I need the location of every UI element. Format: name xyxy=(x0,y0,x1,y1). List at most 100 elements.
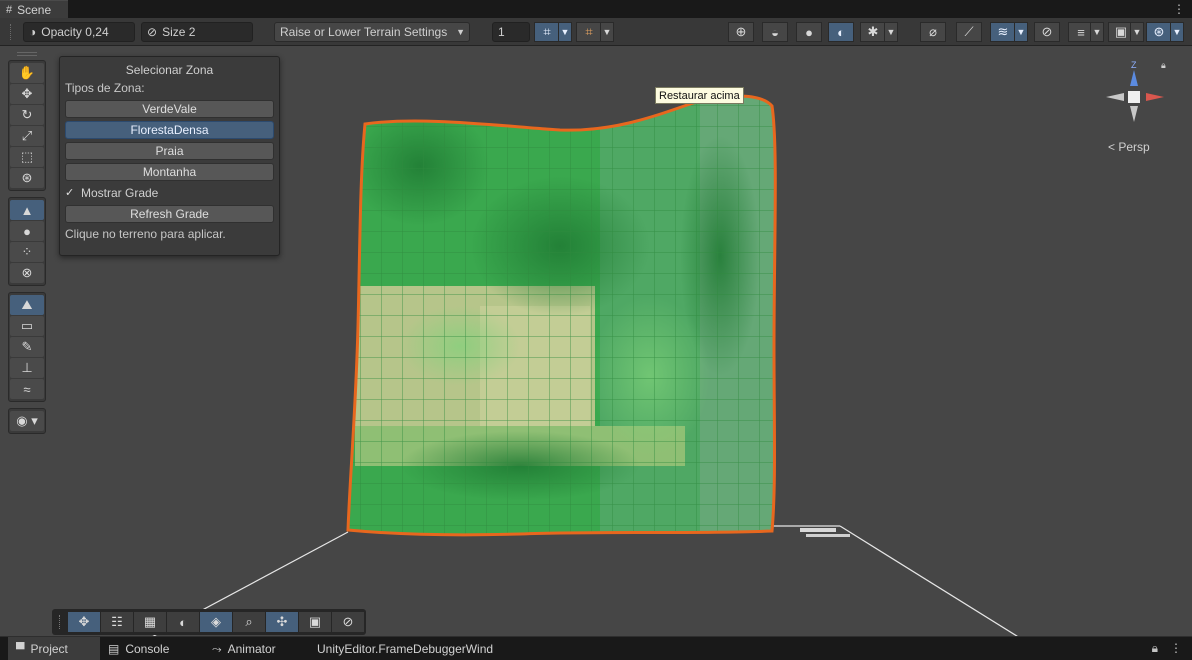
scene-visibility-button[interactable]: ⊘ xyxy=(1034,22,1060,42)
shaded-wireframe-button[interactable]: ◒ xyxy=(762,22,788,42)
move-tool-button[interactable]: ✥ xyxy=(10,84,44,104)
show-grid-toggle[interactable]: ✓ Mostrar Grade xyxy=(65,184,274,202)
scale-tool-button[interactable]: ⤢ xyxy=(10,126,44,146)
overlay-shading-button[interactable]: ◐ xyxy=(167,612,199,632)
paint-details-button[interactable]: ⁘ xyxy=(10,242,44,262)
camera-icon: ▣ xyxy=(308,614,322,629)
raise-lower-button[interactable]: ⛰ xyxy=(10,295,44,315)
hand-icon: ✋ xyxy=(18,65,36,80)
transform-tool-button[interactable]: ⊛ xyxy=(10,168,44,188)
kebab-menu-icon[interactable]: ⋮ xyxy=(1173,2,1185,16)
increment-snap-dropdown[interactable]: ▼ xyxy=(600,22,614,42)
overlay-settings-button[interactable]: ☷ xyxy=(101,612,133,632)
tab-frame-debugger[interactable]: UnityEditor.FrameDebuggerWind xyxy=(317,637,493,660)
set-height-button[interactable]: ▭ xyxy=(10,316,44,336)
brush-preview-button[interactable]: ◉ ▾ xyxy=(10,411,44,431)
editor-tab-bar: # Scene ⋮ xyxy=(0,0,1192,18)
overlay-camera-button[interactable]: ▣ xyxy=(299,612,331,632)
gizmo-globe-icon: ⊛ xyxy=(1153,24,1165,39)
size-field[interactable]: ⊘ Size 2 xyxy=(141,22,253,42)
tool-column-grip[interactable] xyxy=(17,52,37,56)
tab-project[interactable]: ▀ Project xyxy=(8,637,100,660)
debug-draw-dropdown[interactable]: ▼ xyxy=(884,22,898,42)
overlay-layers-button[interactable]: ◈ xyxy=(200,612,232,632)
z-axis-cone[interactable] xyxy=(1130,70,1138,86)
smooth-height-button[interactable]: ≈ xyxy=(10,379,44,399)
overlay-toolbar-grip[interactable] xyxy=(59,615,65,629)
stamp-button[interactable]: ⊥ xyxy=(10,358,44,378)
audio-button[interactable]: ⟋ xyxy=(956,22,982,42)
debug-draw-button[interactable]: ✱ xyxy=(860,22,886,42)
show-grid-label: Mostrar Grade xyxy=(81,186,159,200)
zone-button-praia[interactable]: Praia xyxy=(65,142,274,160)
neg-z-cone[interactable] xyxy=(1130,106,1138,122)
camera-dropdown[interactable]: ▼ xyxy=(1130,22,1144,42)
tab-scene[interactable]: # Scene xyxy=(0,0,68,18)
overlay-search-button[interactable]: ⌕ xyxy=(233,612,265,632)
z-axis-label: Z xyxy=(1131,60,1137,70)
chevron-down-icon: ▼ xyxy=(1092,27,1102,37)
lighting-button[interactable]: ◐ xyxy=(828,22,854,42)
kebab-menu-icon[interactable]: ⋮ xyxy=(1170,641,1182,656)
zone-button-montanha[interactable]: Montanha xyxy=(65,163,274,181)
raise-lower-icon: ⛰ xyxy=(21,297,33,312)
mode-2d-icon: ⌀ xyxy=(929,24,937,39)
overlay-grid-button[interactable]: ▦ xyxy=(134,612,166,632)
overlay-pivot-button[interactable]: ✣ xyxy=(266,612,298,632)
terrain-mesh[interactable] xyxy=(340,86,790,546)
layers-dropdown[interactable]: ▼ xyxy=(1090,22,1104,42)
toolbar-grip[interactable] xyxy=(10,24,12,40)
brush-count-field[interactable]: 1 xyxy=(492,22,530,42)
chevron-left-icon: < xyxy=(1108,140,1116,154)
opacity-field[interactable]: ◑ Opacity 0,24 xyxy=(23,22,135,42)
snap-grid-icon: ⌗ xyxy=(543,24,551,39)
zone-button-florestadensa[interactable]: FlorestaDensa xyxy=(65,121,274,139)
chevron-down-icon: ▼ xyxy=(1132,27,1142,37)
hand-tool-button[interactable]: ✋ xyxy=(10,63,44,83)
orientation-gizmo[interactable]: Z xyxy=(1100,56,1170,138)
tab-animator[interactable]: ⤳ Animator xyxy=(212,637,276,660)
effects-button[interactable]: ≋ xyxy=(990,22,1016,42)
zone-types-label: Tipos de Zona: xyxy=(65,81,145,95)
shaded-button[interactable]: ● xyxy=(796,22,822,42)
rotate-icon: ↻ xyxy=(21,107,33,122)
lock-icon[interactable]: 🔒︎ xyxy=(1161,60,1166,71)
paint-terrain-button[interactable]: ▲ xyxy=(10,200,44,220)
tab-console[interactable]: ▤ Console xyxy=(108,637,169,660)
compass-icon: ⊘ xyxy=(342,614,354,629)
zone-panel: Selecionar Zona Tipos de Zona: VerdeVale… xyxy=(59,56,280,256)
rotate-tool-button[interactable]: ↻ xyxy=(10,105,44,125)
gizmo-center-cube[interactable] xyxy=(1128,91,1140,103)
projection-toggle[interactable]: < Persp xyxy=(1108,140,1150,154)
tab-animator-label: Animator xyxy=(227,642,276,656)
neg-x-cone[interactable] xyxy=(1106,93,1124,101)
wireframe-button[interactable]: ⊕ xyxy=(728,22,754,42)
scene-toolbar: ◑ Opacity 0,24 ⊘ Size 2 Raise or Lower T… xyxy=(0,18,1192,46)
increment-snap-button[interactable]: ⌗ xyxy=(576,22,602,42)
paint-texture-button[interactable]: ✎ xyxy=(10,337,44,357)
x-axis-cone[interactable] xyxy=(1146,93,1164,101)
zone-panel-title: Selecionar Zona xyxy=(125,63,214,77)
snap-grid-dropdown[interactable]: ▼ xyxy=(558,22,572,42)
mode-dropdown[interactable]: Raise or Lower Terrain Settings ▼ xyxy=(274,22,470,42)
shaded-wireframe-icon: ◒ xyxy=(771,24,779,40)
gizmos-dropdown[interactable]: ▼ xyxy=(1170,22,1184,42)
effects-dropdown[interactable]: ▼ xyxy=(1014,22,1028,42)
refresh-grid-button[interactable]: Refresh Grade xyxy=(65,205,274,223)
gizmos-button[interactable]: ⊛ xyxy=(1146,22,1172,42)
chevron-down-icon: ▼ xyxy=(560,27,570,37)
rect-tool-button[interactable]: ⬚ xyxy=(10,147,44,167)
brush-preview-group: ◉ ▾ xyxy=(8,408,46,434)
zone-button-verdevale[interactable]: VerdeVale xyxy=(65,100,274,118)
paint-trees-button[interactable]: ● xyxy=(10,221,44,241)
lock-icon[interactable]: 🔒︎ xyxy=(1152,641,1158,656)
snap-grid-button[interactable]: ⌗ xyxy=(534,22,560,42)
terrain-settings-button[interactable]: ⊗ xyxy=(10,263,44,283)
toggle-2d-button[interactable]: ⌀ xyxy=(920,22,946,42)
overlay-move-button[interactable]: ✥ xyxy=(68,612,100,632)
scene-viewport[interactable]: ✋ ✥ ↻ ⤢ ⬚ ⊛ ▲ ● ⁘ ⊗ ⛰ ▭ ✎ ⊥ ≈ ◉ ▾ Seleci… xyxy=(0,46,1192,636)
overlay-navigation-button[interactable]: ⊘ xyxy=(332,612,364,632)
checkmark-icon[interactable]: ✓ xyxy=(65,187,77,199)
details-icon: ⁘ xyxy=(21,244,33,259)
terrain-tools: ▲ ● ⁘ ⊗ xyxy=(8,197,46,286)
